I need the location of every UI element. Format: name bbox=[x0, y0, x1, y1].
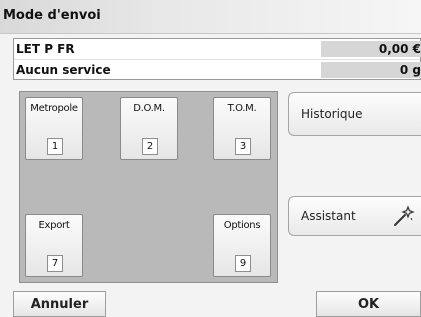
service-label: Aucun service bbox=[16, 63, 111, 77]
region-label: Metropole bbox=[30, 103, 78, 114]
product-label: LET P FR bbox=[16, 42, 75, 56]
cancel-button[interactable]: Annuler bbox=[13, 291, 106, 317]
region-label: T.O.M. bbox=[227, 103, 257, 114]
service-row: Aucun service 0 g bbox=[14, 59, 421, 79]
region-button-metropole[interactable]: Metropole 1 bbox=[25, 97, 83, 160]
title-bar: Mode d'envoi bbox=[0, 0, 421, 34]
price-value: 0,00 € bbox=[321, 41, 421, 57]
region-label: D.O.M. bbox=[133, 103, 165, 114]
send-mode-screen: Mode d'envoi LET P FR 0,00 € Aucun servi… bbox=[0, 0, 421, 317]
region-button-tom[interactable]: T.O.M. 3 bbox=[213, 97, 271, 160]
assistant-label: Assistant bbox=[301, 209, 356, 223]
shortcut-number: 1 bbox=[47, 138, 63, 155]
shortcut-number: 9 bbox=[235, 255, 251, 272]
region-button-dom[interactable]: D.O.M. 2 bbox=[120, 97, 178, 160]
product-row: LET P FR 0,00 € bbox=[14, 39, 421, 59]
region-button-options[interactable]: Options 9 bbox=[213, 214, 271, 277]
shortcut-number: 2 bbox=[142, 138, 158, 155]
region-label: Export bbox=[38, 220, 70, 231]
window-title: Mode d'envoi bbox=[3, 8, 101, 23]
assistant-button[interactable]: Assistant bbox=[288, 196, 421, 236]
history-button[interactable]: Historique bbox=[288, 92, 421, 136]
info-panel: LET P FR 0,00 € Aucun service 0 g bbox=[13, 38, 421, 80]
ok-button[interactable]: OK bbox=[316, 291, 421, 317]
magic-wand-icon bbox=[394, 205, 415, 226]
region-button-export[interactable]: Export 7 bbox=[25, 214, 83, 277]
region-label: Options bbox=[223, 220, 261, 231]
shortcut-number: 7 bbox=[47, 255, 63, 272]
weight-value: 0 g bbox=[321, 62, 421, 78]
history-label: Historique bbox=[301, 107, 363, 121]
destination-panel: Metropole 1 D.O.M. 2 T.O.M. 3 Export 7 O… bbox=[19, 91, 278, 283]
shortcut-number: 3 bbox=[235, 138, 251, 155]
